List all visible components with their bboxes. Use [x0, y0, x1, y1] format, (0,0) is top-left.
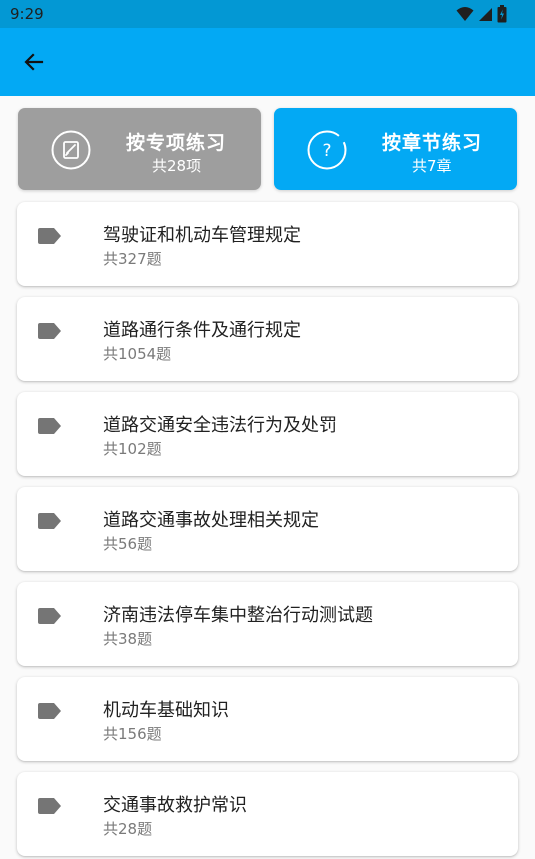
- arrow-left-icon: [24, 53, 44, 71]
- chapter-practice-card[interactable]: ? 按章节练习 共7章: [274, 108, 517, 190]
- list-item[interactable]: 交通事故救护常识 共28题: [17, 772, 518, 856]
- list-item-count: 共38题: [103, 630, 153, 648]
- list-item-title: 道路交通事故处理相关规定: [103, 510, 319, 531]
- list-item[interactable]: 道路交通事故处理相关规定 共56题: [17, 487, 518, 571]
- label-tag-icon: [38, 703, 61, 719]
- chapter-practice-title: 按章节练习: [382, 132, 483, 154]
- list-item-title: 道路交通安全违法行为及处罚: [103, 415, 337, 436]
- label-tag-icon: [38, 418, 61, 434]
- list-item-title: 济南违法停车集中整治行动测试题: [103, 605, 373, 626]
- list-item-title: 机动车基础知识: [103, 700, 229, 721]
- list-item[interactable]: 道路交通安全违法行为及处罚 共102题: [17, 392, 518, 476]
- svg-text:?: ?: [322, 141, 331, 161]
- list-item-title: 驾驶证和机动车管理规定: [103, 225, 301, 246]
- back-button[interactable]: [14, 42, 54, 82]
- app-bar: [0, 28, 535, 96]
- list-item-count: 共1054题: [103, 345, 172, 363]
- list-item-count: 共56题: [103, 535, 153, 553]
- list-item-count: 共28题: [103, 820, 153, 838]
- signal-icon: [479, 8, 492, 21]
- battery-icon: [497, 5, 507, 23]
- status-bar: 9:29: [0, 0, 535, 28]
- chapter-practice-count: 共7章: [412, 157, 452, 175]
- special-practice-card[interactable]: 按专项练习 共28项: [18, 108, 261, 190]
- list-item[interactable]: 驾驶证和机动车管理规定 共327题: [17, 202, 518, 286]
- status-icons: [456, 5, 507, 23]
- label-tag-icon: [38, 228, 61, 244]
- list-item-title: 交通事故救护常识: [103, 795, 247, 816]
- list-item[interactable]: 机动车基础知识 共156题: [17, 677, 518, 761]
- list-item-count: 共102题: [103, 440, 162, 458]
- list-item-count: 共327题: [103, 250, 162, 268]
- list-item[interactable]: 济南违法停车集中整治行动测试题 共38题: [17, 582, 518, 666]
- special-practice-count: 共28项: [152, 157, 202, 175]
- special-practice-title: 按专项练习: [126, 132, 227, 154]
- question-icon: ?: [307, 130, 347, 170]
- label-tag-icon: [38, 323, 61, 339]
- label-tag-icon: [38, 798, 61, 814]
- list-item-count: 共156题: [103, 725, 162, 743]
- label-tag-icon: [38, 608, 61, 624]
- edit-note-icon: [51, 130, 91, 170]
- list-item[interactable]: 道路通行条件及通行规定 共1054题: [17, 297, 518, 381]
- label-tag-icon: [38, 513, 61, 529]
- wifi-icon: [456, 7, 474, 21]
- list-item-title: 道路通行条件及通行规定: [103, 320, 301, 341]
- status-time: 9:29: [10, 5, 44, 23]
